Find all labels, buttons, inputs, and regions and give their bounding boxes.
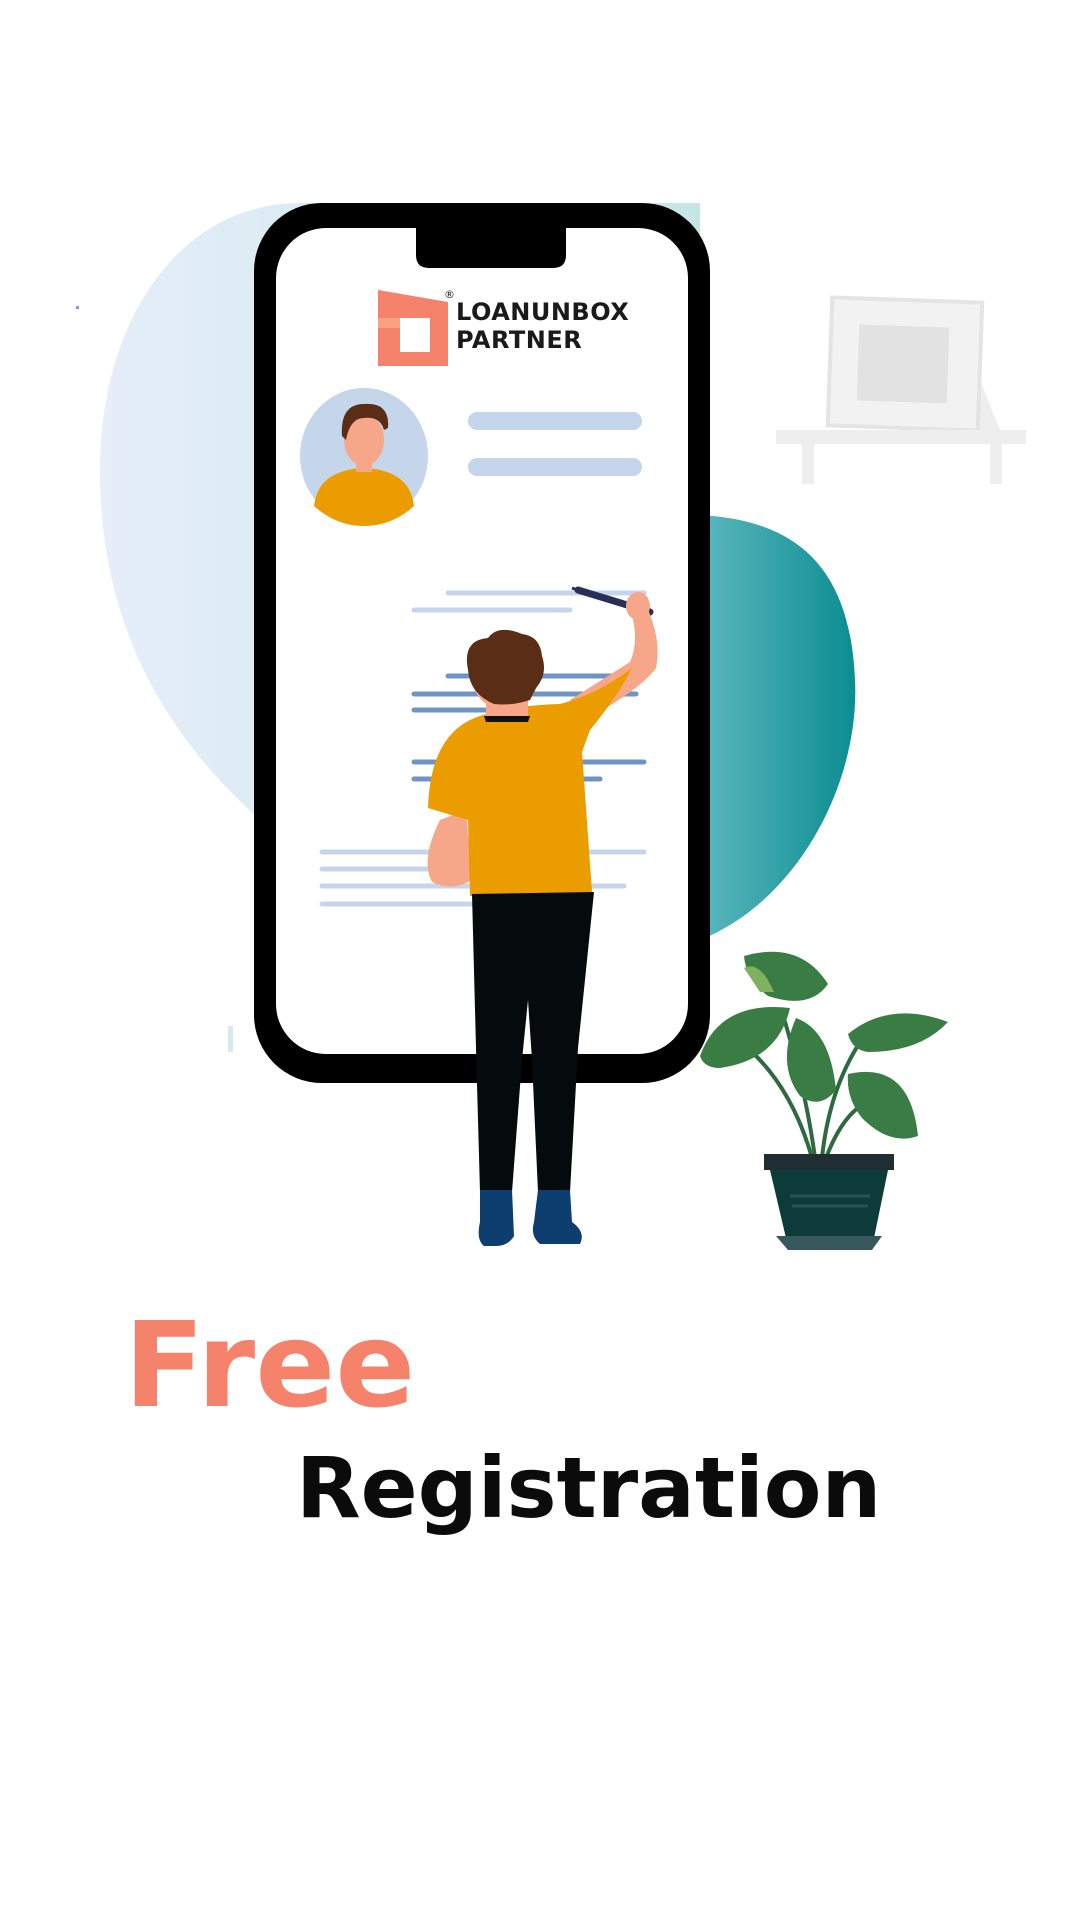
profile-detail-bar xyxy=(468,458,642,476)
brand-logo-text: LOANUNBOX PARTNER xyxy=(456,298,629,354)
shelf-frame-decoration xyxy=(776,295,1026,484)
profile-name-bar xyxy=(468,412,642,430)
accent-dash xyxy=(228,1026,233,1052)
teal-background-blob xyxy=(700,515,856,940)
headline-main: Registration xyxy=(296,1439,882,1537)
brand-subname: PARTNER xyxy=(456,326,583,354)
registered-mark: ® xyxy=(444,288,455,301)
loanunbox-logo-icon xyxy=(378,290,448,366)
onboarding-illustration xyxy=(76,203,1026,1250)
potted-plant xyxy=(700,951,948,1250)
headline-accent: Free xyxy=(124,1296,416,1434)
accent-dot xyxy=(76,306,79,309)
avatar xyxy=(300,388,428,526)
brand-name: LOANUNBOX xyxy=(456,298,630,326)
